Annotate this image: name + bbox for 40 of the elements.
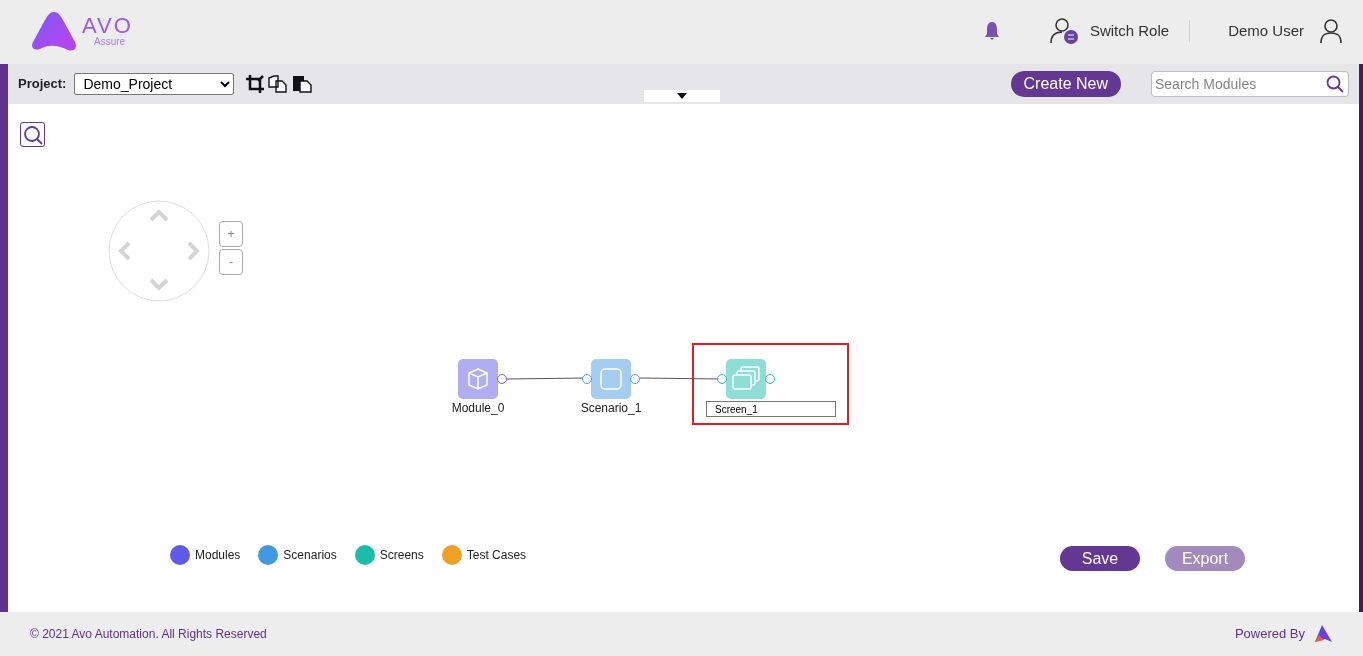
project-dropdown[interactable]: Demo_Project [74,73,235,95]
node-label: Module_0 [451,400,505,417]
legend-label: Test Cases [466,547,527,564]
screen-node[interactable] [726,359,766,399]
legend-label: Scenarios [283,547,337,564]
legend-label: Screens [379,547,424,564]
scenario-node[interactable] [591,359,631,399]
legend-label: Modules [195,547,241,564]
node-name-field[interactable]: Screen_1 [706,401,836,417]
search-toggle-button[interactable] [20,122,45,147]
create-new-button[interactable]: Create New [1010,71,1121,97]
collapse-tab[interactable] [644,90,720,102]
node-label: Scenario_1 [580,400,642,417]
copyright-text: © 2021 Avo Automation. All Rights Reserved [30,626,267,643]
connector-port[interactable] [497,374,507,384]
logo-subtitle: Assure [93,37,127,47]
crop-icon[interactable] [246,75,265,93]
paste-icon[interactable] [292,75,313,93]
logo-icon [30,10,78,52]
save-button[interactable]: Save [1060,546,1140,571]
project-label: Project: [18,75,67,94]
connector-port[interactable] [630,374,640,384]
zoom-button[interactable]: + [219,221,243,247]
powered-by-text: Powered By [1234,625,1305,644]
switch-role-icon[interactable] [1049,17,1080,45]
user-name[interactable]: Demo User [1228,19,1304,43]
zoom-button[interactable]: - [219,249,243,275]
user-icon[interactable] [1319,18,1343,44]
module-node[interactable] [458,359,498,399]
stacked-windows-icon [731,366,761,392]
caret-icon [677,93,687,99]
copy-icon[interactable] [268,75,289,93]
cube-icon [466,367,490,391]
switch-role-link[interactable]: Switch Role [1089,19,1170,43]
search-icon [22,124,43,145]
square-icon [599,367,623,391]
search-field[interactable]: Search Modules [1151,71,1349,97]
logo-wordmark: AVO [82,15,133,37]
search-icon[interactable] [1326,75,1344,93]
connector-port[interactable] [582,374,592,384]
